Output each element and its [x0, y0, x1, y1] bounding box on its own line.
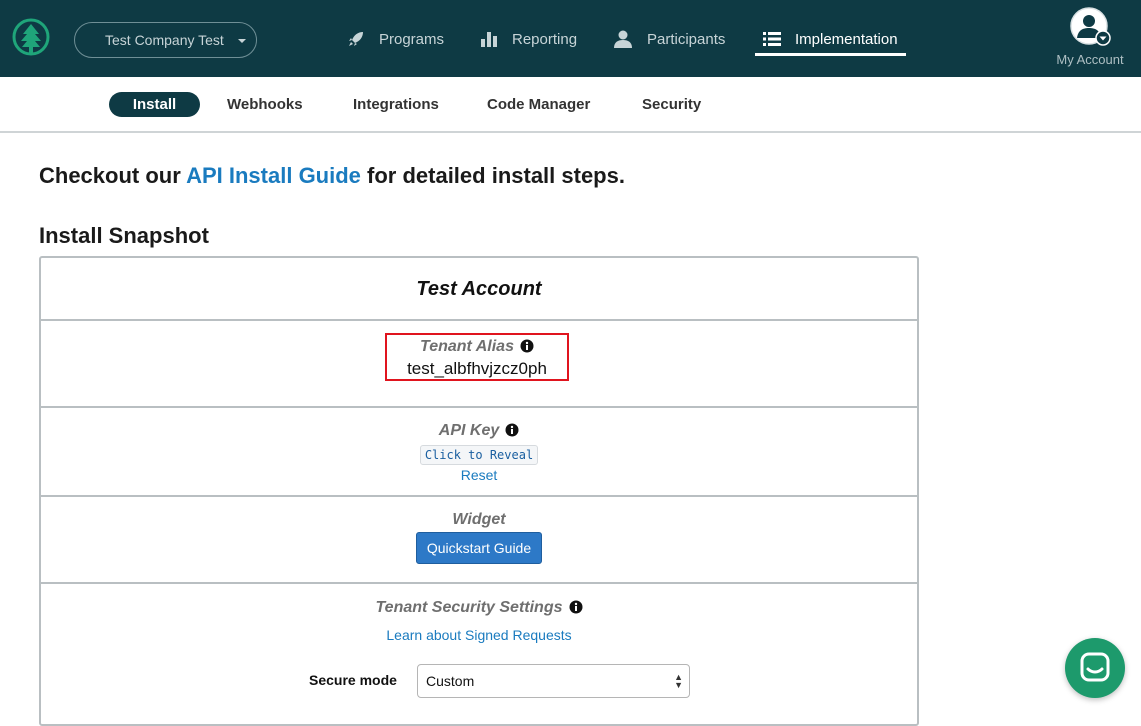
api-key-reset-wrap: Reset [41, 467, 917, 485]
quickstart-wrap: Quickstart Guide [41, 532, 917, 564]
click-to-reveal-button[interactable]: Click to Reveal [419, 445, 539, 465]
active-nav-underline [755, 53, 906, 56]
info-icon[interactable] [569, 600, 583, 614]
nav-participants-label: Participants [647, 30, 726, 48]
rocket-icon [349, 32, 363, 46]
secure-mode-value: Custom [426, 673, 475, 689]
tenant-security-row: Tenant Security Settings Learn about Sig… [41, 584, 917, 724]
nav-reporting[interactable]: Reporting [480, 26, 577, 52]
person-icon [614, 30, 632, 48]
select-arrows-icon: ▲ ▼ [674, 672, 683, 690]
nav-programs[interactable]: Programs [347, 26, 444, 52]
tab-code-manager[interactable]: Code Manager [487, 92, 590, 117]
section-title: Install Snapshot [39, 223, 209, 248]
nav-implementation[interactable]: Implementation [763, 26, 898, 52]
tenant-alias-heading: Tenant Alias [387, 338, 567, 356]
bar-chart-icon [481, 32, 497, 47]
tab-integrations[interactable]: Integrations [353, 92, 439, 117]
info-icon[interactable] [520, 339, 534, 353]
tree-logo-icon[interactable] [12, 18, 50, 58]
sub-navbar: Install Webhooks Integrations Code Manag… [0, 77, 1141, 133]
list-icon [763, 32, 781, 46]
company-name: Test Company Test [105, 32, 224, 48]
headline-suffix: for detailed install steps. [360, 163, 625, 188]
secure-mode-select[interactable]: Custom ▲ ▼ [417, 664, 690, 698]
nav-programs-label: Programs [379, 30, 445, 48]
api-key-row: API Key Click to Reveal Reset [41, 408, 917, 497]
quickstart-guide-button[interactable]: Quickstart Guide [415, 532, 543, 564]
install-guide-headline: Checkout our API Install Guide for detai… [39, 163, 625, 189]
tenant-alias-value: test_albfhvjzcz0ph [407, 359, 547, 378]
signed-requests-wrap: Learn about Signed Requests [41, 627, 917, 645]
nav-implementation-label: Implementation [795, 30, 898, 48]
api-install-guide-link[interactable]: API Install Guide [186, 163, 361, 188]
tenant-alias-highlight: Tenant Alias test_albfhvjzcz0ph [385, 333, 569, 381]
chat-launcher-button[interactable] [1065, 638, 1125, 698]
company-selector[interactable]: Test Company Test [74, 22, 257, 58]
tab-install[interactable]: Install [109, 92, 200, 117]
api-key-reveal-wrap: Click to Reveal [41, 445, 917, 465]
widget-label: Widget [452, 511, 506, 528]
card-title-row: Test Account [41, 258, 917, 321]
signed-requests-link[interactable]: Learn about Signed Requests [386, 627, 571, 643]
nav-reporting-label: Reporting [512, 30, 578, 48]
chevron-down-icon [238, 39, 246, 43]
install-snapshot-card: Test Account Tenant Alias test_albfhvjzc… [39, 256, 919, 726]
nav-participants[interactable]: Participants [613, 26, 725, 52]
tenant-security-heading: Tenant Security Settings [41, 599, 917, 617]
tenant-alias-row: Tenant Alias test_albfhvjzcz0ph [41, 321, 917, 408]
top-navbar: Test Company Test Programs Reporting Par… [0, 0, 1141, 77]
chat-icon [1080, 652, 1110, 682]
my-account-menu[interactable]: My Account [1050, 7, 1130, 69]
api-key-label: API Key [438, 422, 500, 439]
tenant-security-label: Tenant Security Settings [375, 599, 563, 616]
secure-mode-label: Secure mode [309, 672, 397, 688]
widget-row: Widget Quickstart Guide [41, 497, 917, 584]
headline-prefix: Checkout our [39, 163, 187, 188]
api-key-heading: API Key [41, 422, 917, 440]
widget-heading: Widget [41, 511, 917, 529]
my-account-label: My Account [1056, 52, 1124, 67]
account-title: Test Account [416, 278, 542, 300]
api-key-reset-link[interactable]: Reset [461, 467, 498, 483]
info-icon[interactable] [505, 423, 519, 437]
tab-webhooks[interactable]: Webhooks [227, 92, 303, 117]
avatar-icon [1070, 7, 1111, 46]
tab-security[interactable]: Security [642, 92, 701, 117]
tenant-alias-label: Tenant Alias [420, 338, 514, 355]
